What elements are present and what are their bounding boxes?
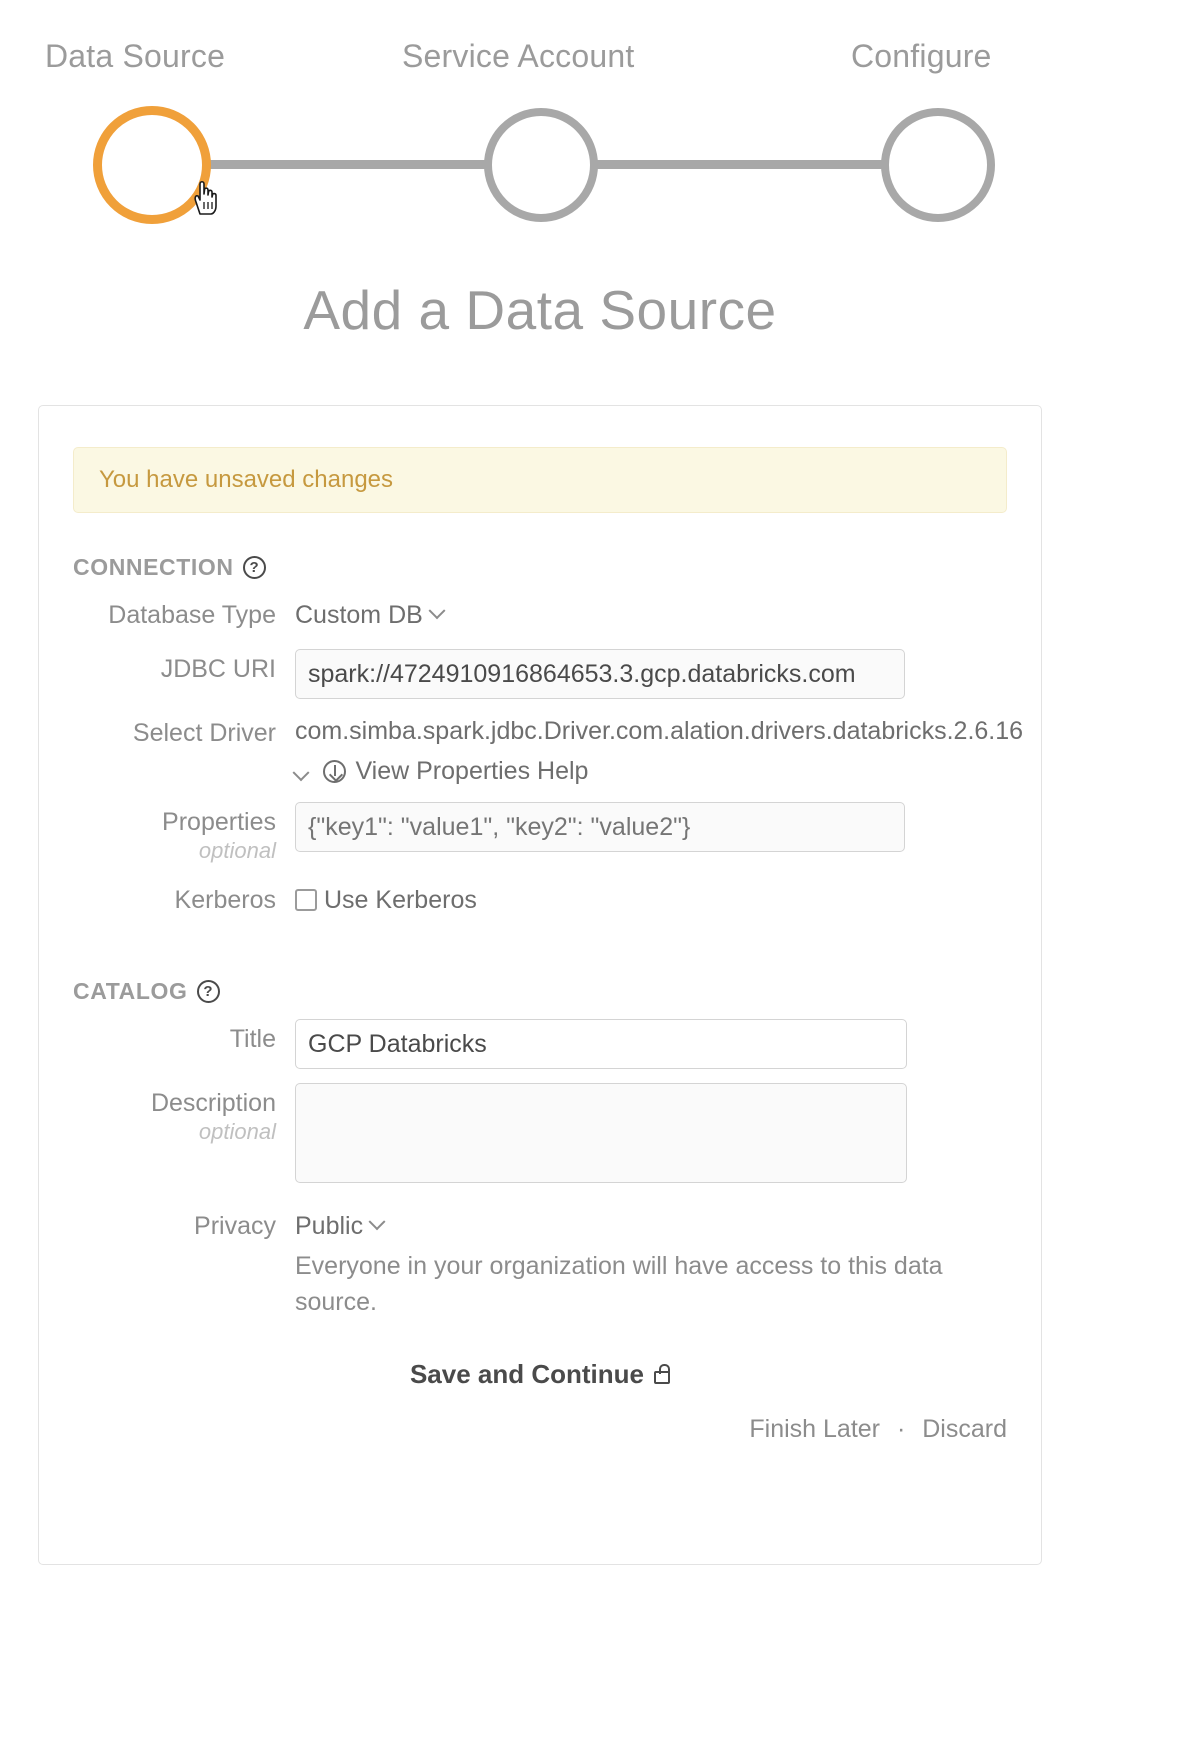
add-data-source-card: You have unsaved changes CONNECTION ? Da…: [38, 405, 1042, 1565]
privacy-row: Privacy Public Everyone in your organiza…: [39, 1206, 1041, 1320]
database-type-select[interactable]: Custom DB: [295, 595, 446, 635]
kerberos-label: Kerberos: [174, 886, 276, 914]
kerberos-row: Kerberos Use Kerberos: [39, 880, 1041, 920]
description-optional-text: optional: [198, 1119, 276, 1144]
unsaved-changes-text: You have unsaved changes: [99, 466, 394, 493]
properties-input[interactable]: [295, 802, 905, 852]
select-driver-row: Select Driver com.simba.spark.jdbc.Drive…: [39, 713, 1041, 788]
description-row: Description optional: [39, 1083, 1041, 1188]
stepper-connector-2: [588, 160, 888, 169]
privacy-select[interactable]: Public: [295, 1206, 386, 1246]
chevron-down-icon: [428, 602, 446, 620]
select-driver-label: Select Driver: [132, 719, 276, 747]
view-properties-help-link[interactable]: View Properties Help: [323, 757, 588, 786]
stepper-label-data-source: Data Source: [45, 38, 226, 74]
jdbc-uri-label: JDBC URI: [160, 655, 276, 683]
footer-separator: ·: [896, 1415, 906, 1443]
properties-label-text: Properties: [162, 808, 276, 836]
catalog-heading: CATALOG: [73, 978, 188, 1004]
page-title: Add a Data Source: [303, 279, 777, 341]
privacy-value: Public: [295, 1212, 364, 1240]
view-properties-help-label: View Properties Help: [355, 757, 589, 785]
save-row: Save and Continue: [39, 1358, 1041, 1391]
unsaved-changes-banner: You have unsaved changes: [73, 447, 1007, 513]
stepper-connector-1: [196, 160, 493, 169]
catalog-help-icon[interactable]: ?: [196, 980, 220, 1003]
save-and-continue-label: Save and Continue: [409, 1359, 645, 1389]
chevron-down-icon[interactable]: [292, 764, 310, 782]
jdbc-uri-row: JDBC URI: [39, 649, 1041, 699]
stepper-node-configure[interactable]: [881, 108, 995, 222]
finish-later-link[interactable]: Finish Later: [749, 1415, 880, 1443]
save-and-continue-button[interactable]: Save and Continue: [404, 1358, 676, 1391]
stepper-node-service-account[interactable]: [484, 108, 598, 222]
database-type-label: Database Type: [108, 601, 276, 629]
progress-stepper: Data Source Service Account Configure: [0, 0, 1080, 240]
database-type-row: Database Type Custom DB: [39, 595, 1041, 635]
card-footer-links: Finish Later · Discard: [39, 1415, 1007, 1444]
chevron-down-icon: [368, 1213, 386, 1231]
discard-link[interactable]: Discard: [922, 1415, 1007, 1443]
jdbc-uri-input[interactable]: [295, 649, 905, 699]
properties-label: Properties optional: [39, 802, 295, 866]
connection-section-header: CONNECTION ?: [73, 554, 1041, 581]
download-circle-icon: [323, 760, 347, 783]
description-label: Description optional: [39, 1083, 295, 1147]
title-input[interactable]: [295, 1019, 907, 1069]
description-label-text: Description: [150, 1089, 276, 1117]
use-kerberos-checkbox-group[interactable]: Use Kerberos: [295, 880, 477, 920]
lock-icon: [654, 1363, 671, 1384]
use-kerberos-checkbox[interactable]: [295, 889, 317, 911]
stepper-labels: Data Source Service Account Configure: [0, 38, 1080, 88]
pointing-hand-cursor: [194, 180, 217, 215]
connection-heading: CONNECTION: [73, 554, 234, 580]
privacy-description: Everyone in your organization will have …: [295, 1252, 943, 1316]
privacy-label: Privacy: [194, 1212, 276, 1240]
title-row: Title: [39, 1019, 1041, 1069]
description-textarea[interactable]: [295, 1083, 907, 1183]
select-driver-value[interactable]: com.simba.spark.jdbc.Driver.com.alation.…: [295, 713, 1041, 749]
properties-optional-text: optional: [198, 838, 276, 863]
connection-help-icon[interactable]: ?: [242, 556, 266, 579]
database-type-value: Custom DB: [295, 601, 423, 629]
catalog-section-header: CATALOG ?: [73, 978, 1041, 1005]
use-kerberos-label: Use Kerberos: [324, 886, 477, 914]
properties-row: Properties optional: [39, 802, 1041, 866]
stepper-label-service-account: Service Account: [402, 38, 635, 74]
title-label: Title: [229, 1025, 276, 1053]
stepper-label-configure: Configure: [851, 38, 992, 74]
